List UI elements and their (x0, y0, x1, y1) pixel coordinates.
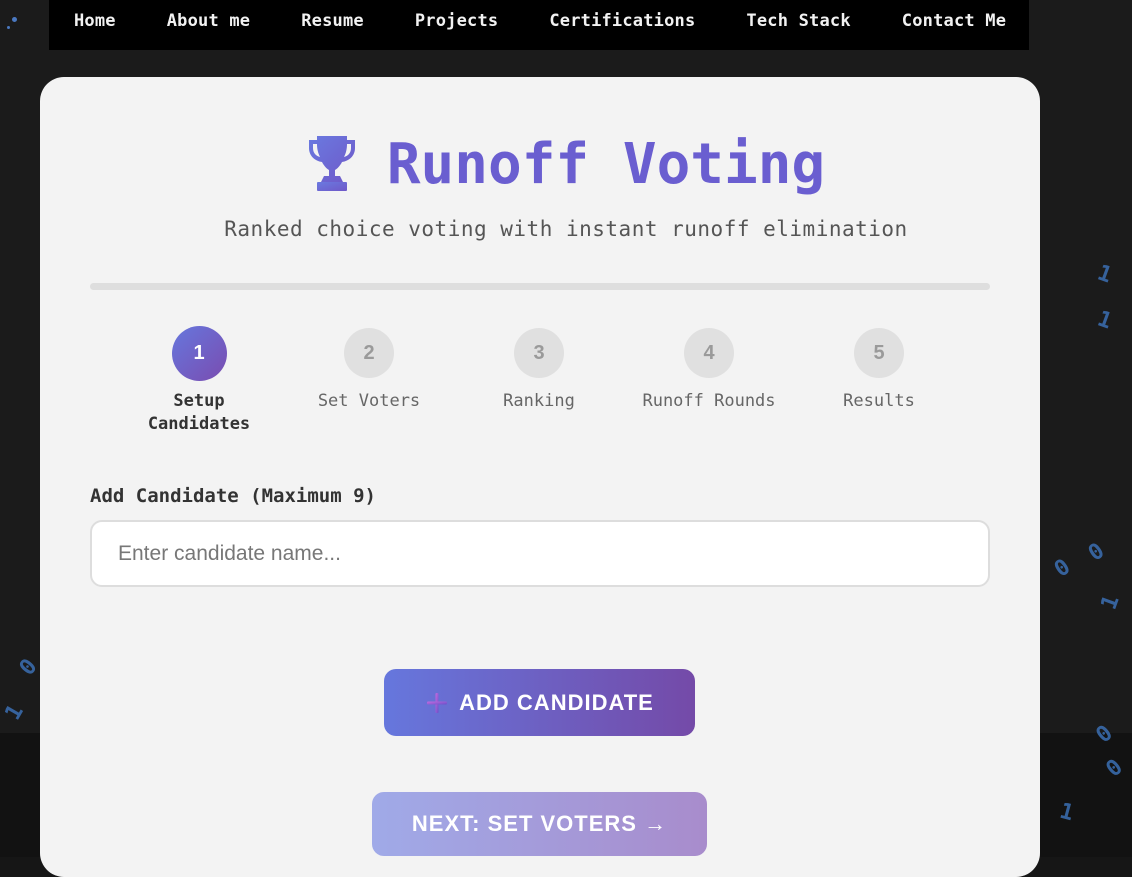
step-label: Setup Candidates (147, 391, 251, 434)
step-runoff-rounds[interactable]: 4 Runoff Rounds (624, 326, 794, 413)
candidate-name-input[interactable] (90, 520, 990, 587)
next-set-voters-button[interactable]: NEXT: SET VOTERS → (372, 792, 707, 856)
step-label: Runoff Rounds (642, 391, 776, 411)
step-number: 1 (171, 326, 227, 381)
step-ranking[interactable]: 3 Ranking (454, 326, 624, 413)
add-candidate-button[interactable]: ADD CANDIDATE (384, 669, 695, 736)
step-number: 4 (684, 328, 734, 378)
top-navbar: Home About me Resume Projects Certificat… (49, 0, 1029, 50)
step-number: 2 (344, 328, 394, 378)
step-number: 5 (854, 328, 904, 378)
bg-dot (12, 17, 17, 22)
add-candidate-label: Add Candidate (Maximum 9) (90, 485, 376, 507)
nav-tech-stack[interactable]: Tech Stack (746, 11, 850, 31)
step-label: Ranking (503, 391, 575, 411)
add-candidate-label-text: ADD CANDIDATE (459, 689, 654, 715)
step-setup-candidates[interactable]: 1 Setup Candidates (114, 326, 284, 436)
nav-about-me[interactable]: About me (167, 11, 250, 31)
plus-icon (425, 691, 449, 715)
nav-contact-me[interactable]: Contact Me (902, 11, 1006, 31)
step-label: Set Voters (317, 391, 421, 411)
step-results[interactable]: 5 Results (794, 326, 964, 413)
page-title: Runoff Voting (386, 132, 826, 197)
bg-dot (7, 26, 10, 29)
app-header: Runoff Voting (0, 130, 1132, 211)
step-set-voters[interactable]: 2 Set Voters (284, 326, 454, 413)
nav-resume[interactable]: Resume (301, 11, 364, 31)
nav-projects[interactable]: Projects (415, 11, 498, 31)
step-label: Results (843, 391, 915, 411)
trophy-icon (307, 134, 357, 192)
nav-certifications[interactable]: Certifications (549, 11, 695, 31)
nav-home[interactable]: Home (74, 11, 116, 31)
page-subtitle: Ranked choice voting with instant runoff… (224, 217, 908, 241)
progress-bar (90, 283, 990, 290)
step-number: 3 (514, 328, 564, 378)
